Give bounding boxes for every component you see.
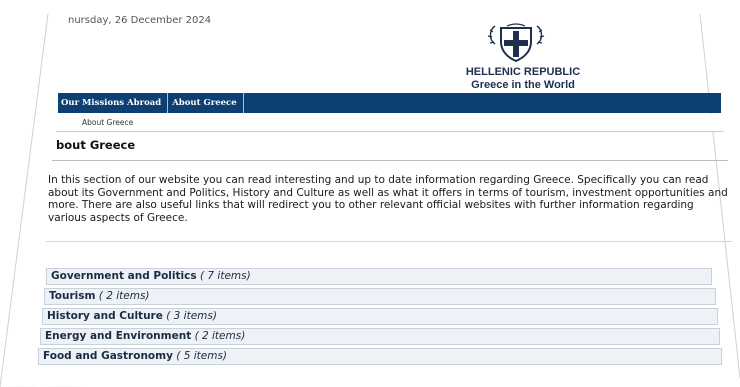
- section-government-politics[interactable]: Government and Politics ( 7 items): [46, 268, 712, 285]
- intro-divider: [46, 241, 732, 242]
- section-food-gastronomy[interactable]: Food and Gastronomy ( 5 items): [38, 348, 722, 365]
- page-title: bout Greece: [56, 138, 136, 152]
- section-count: ( 7 items): [199, 270, 251, 282]
- section-name: Tourism: [49, 290, 96, 302]
- section-count: ( 2 items): [98, 290, 150, 302]
- section-energy-environment[interactable]: Energy and Environment ( 2 items): [40, 328, 720, 345]
- section-count: ( 3 items): [166, 310, 217, 322]
- greek-coat-of-arms-icon: [487, 23, 545, 63]
- breadcrumb[interactable]: About Greece: [82, 116, 133, 129]
- site-brand: HELLENIC REPUBLIC Greece in the World: [440, 66, 606, 92]
- section-name: Food and Gastronomy: [43, 350, 173, 362]
- section-name: History and Culture: [47, 310, 163, 322]
- intro-paragraph: In this section of our website you can r…: [48, 174, 728, 224]
- section-history-culture[interactable]: History and Culture ( 3 items): [42, 308, 718, 325]
- section-name: Energy and Environment: [45, 330, 192, 342]
- main-navigation: Our Missions Abroad About Greece: [58, 93, 721, 113]
- nav-item-about-greece[interactable]: About Greece: [168, 93, 244, 113]
- brand-title: HELLENIC REPUBLIC: [465, 66, 581, 78]
- section-count: ( 5 items): [176, 350, 228, 362]
- nav-item-missions-abroad[interactable]: Our Missions Abroad: [58, 93, 169, 113]
- breadcrumb-bar: About Greece: [56, 114, 724, 132]
- current-date: nursday, 26 December 2024: [68, 15, 212, 26]
- brand-subtitle: Greece in the World: [471, 79, 575, 91]
- section-name: Government and Politics: [51, 270, 197, 282]
- section-count: ( 2 items): [194, 330, 246, 342]
- title-divider: [52, 160, 728, 161]
- section-tourism[interactable]: Tourism ( 2 items): [44, 288, 716, 305]
